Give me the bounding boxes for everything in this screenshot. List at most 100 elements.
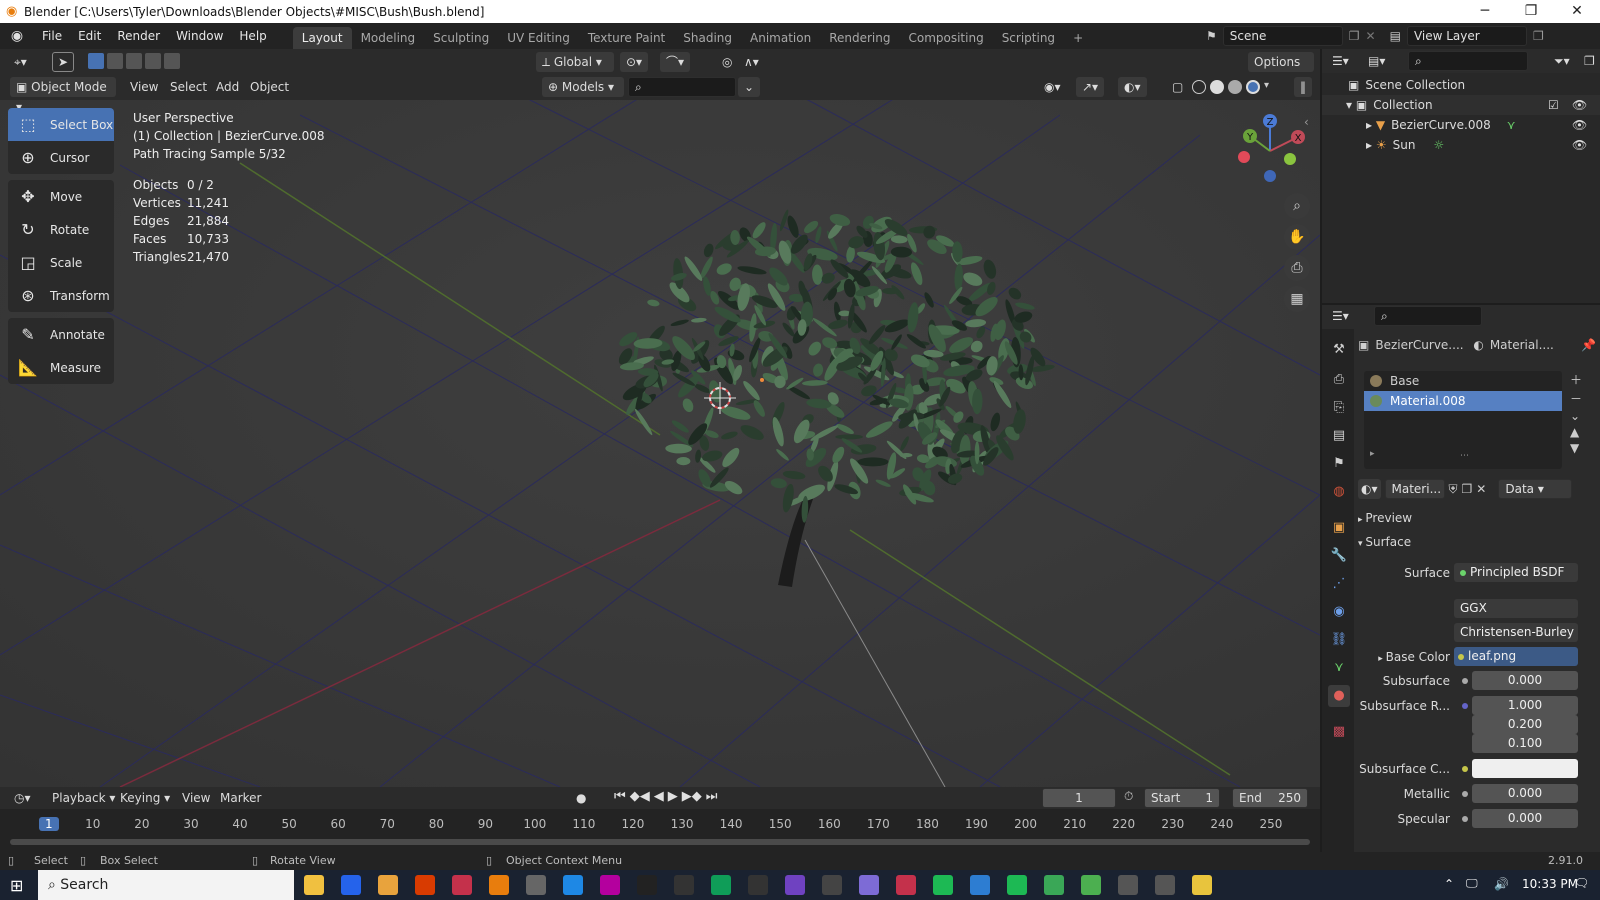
taskbar-app-icon[interactable]	[600, 875, 620, 895]
expand-arrow-icon[interactable]: ▸	[1366, 118, 1376, 132]
shading-options-icon[interactable]: ▾	[1264, 80, 1269, 94]
scene-tab-icon[interactable]: ⚑	[1328, 453, 1350, 475]
tab-shading[interactable]: Shading	[674, 27, 741, 49]
tool-annotate[interactable]: ✎ Annotate	[8, 318, 114, 351]
render-tab-icon[interactable]: ⎙	[1328, 369, 1350, 391]
network-icon[interactable]: 🖵	[1466, 876, 1478, 891]
constraints-tab-icon[interactable]: ⛓	[1328, 629, 1350, 651]
taskbar-app-icon[interactable]	[970, 875, 990, 895]
taskbar-app-icon[interactable]	[1155, 875, 1175, 895]
taskbar-app-icon[interactable]	[1007, 875, 1027, 895]
menu-object[interactable]: Object	[244, 77, 295, 97]
tool-measure[interactable]: 📐 Measure	[8, 351, 114, 384]
view-layer-tab-icon[interactable]: ▤	[1328, 425, 1350, 447]
material-breadcrumb[interactable]: Material....	[1490, 338, 1554, 352]
output-tab-icon[interactable]: ⎘	[1328, 397, 1350, 419]
select-mode-extend-icon[interactable]	[107, 53, 123, 69]
new-collection-icon[interactable]: ❐	[1578, 51, 1600, 71]
tab-layout[interactable]: Layout	[292, 27, 352, 49]
move-slot-down-icon[interactable]: ▼	[1570, 441, 1582, 455]
add-slot-icon[interactable]: ＋	[1570, 371, 1582, 388]
shading-solid-icon[interactable]	[1210, 80, 1224, 94]
taskbar-app-icon[interactable]	[341, 875, 361, 895]
gizmo-neg-z[interactable]	[1264, 170, 1276, 182]
properties-search-input[interactable]: ⌕	[1374, 306, 1482, 326]
outliner-scene-collection[interactable]: ▣ Scene Collection	[1322, 75, 1600, 95]
zoom-icon[interactable]: ⌕	[1284, 193, 1310, 219]
navigation-gizmo[interactable]: Z X Y	[1228, 111, 1308, 191]
subsurface-color-swatch[interactable]	[1472, 759, 1578, 778]
taskbar-clock[interactable]: 10:33 PM	[1522, 877, 1578, 891]
timeline-ruler[interactable]: 1 10 20 30 40 50 60 70 80 90 100 110 120 130 140 150 160…	[0, 787, 1320, 857]
menu-view[interactable]: View	[124, 77, 164, 97]
viewport-search-input[interactable]: ⌕	[628, 77, 736, 97]
select-mode-new-icon[interactable]	[88, 53, 104, 69]
outliner-item-beziercurve[interactable]: ▸ ▼ BezierCurve.008 ⋎ 👁	[1322, 115, 1600, 135]
list-expand-icon[interactable]: ▸	[1370, 449, 1375, 459]
taskbar-app-icon[interactable]	[822, 875, 842, 895]
modifier-tab-icon[interactable]: 🔧	[1328, 545, 1350, 567]
maximize-button[interactable]: ❐	[1508, 0, 1554, 23]
tool-scale[interactable]: ◲ Scale	[8, 246, 114, 279]
taskbar-app-icon[interactable]	[489, 875, 509, 895]
scene-copy-icon[interactable]: ❐	[1349, 29, 1360, 43]
subsurface-radius-y-field[interactable]: 0.200	[1472, 715, 1578, 734]
preview-panel-header[interactable]: ▸ Preview	[1358, 511, 1412, 525]
visibility-eye-icon[interactable]: 👁	[1572, 115, 1587, 135]
playhead[interactable]: 1	[39, 817, 59, 831]
expand-arrow-icon[interactable]: ▸	[1366, 138, 1376, 152]
tab-sculpting[interactable]: Sculpting	[424, 27, 498, 49]
taskbar-app-icon[interactable]	[563, 875, 583, 895]
base-color-texture-field[interactable]: leaf.png	[1454, 647, 1578, 666]
taskbar-app-icon[interactable]	[378, 875, 398, 895]
windows-start-icon[interactable]: ⊞	[10, 876, 23, 895]
close-button[interactable]: ✕	[1554, 0, 1600, 23]
notifications-icon[interactable]: 🗨	[1574, 876, 1589, 890]
volume-icon[interactable]: 🔊	[1494, 877, 1509, 891]
options-dropdown[interactable]: Options ▾	[1248, 52, 1314, 89]
select-mode-intersect-icon[interactable]	[164, 53, 180, 69]
timeline-editor[interactable]: ◷▾ Playback ▾ Keying ▾ View Marker ● ⏮ ◆…	[0, 787, 1320, 857]
remove-slot-icon[interactable]: －	[1570, 390, 1582, 407]
taskbar-app-icon[interactable]	[711, 875, 731, 895]
pin-icon[interactable]: 📌	[1581, 338, 1596, 352]
list-resize-handle-icon[interactable]: ⋯	[1460, 451, 1469, 461]
data-tab-icon[interactable]: ⋎	[1328, 657, 1350, 679]
properties-editor-type-icon[interactable]: ☰▾	[1326, 306, 1355, 326]
subsurface-field[interactable]: 0.000	[1472, 671, 1578, 690]
gizmo-toggle-icon[interactable]: ↗▾	[1076, 77, 1105, 97]
scene-selector[interactable]: Scene	[1222, 26, 1343, 46]
overlays-icon[interactable]: ◐▾	[1118, 77, 1147, 97]
sidebar-toggle-icon[interactable]: ‹	[1304, 115, 1309, 129]
distribution-dropdown[interactable]: GGX	[1454, 599, 1578, 618]
material-slot-list[interactable]: Base Material.008 ▸ ⋯	[1364, 371, 1562, 469]
tab-rendering[interactable]: Rendering	[820, 27, 899, 49]
view-layer-copy-icon[interactable]: ❐	[1533, 29, 1544, 43]
tool-cursor[interactable]: ⊕ Cursor	[8, 141, 114, 174]
object-tab-icon[interactable]: ▣	[1328, 517, 1350, 539]
add-workspace-button[interactable]: +	[1064, 27, 1092, 49]
models-dropdown[interactable]: ⊕ Models ▾	[542, 77, 624, 97]
tab-scripting[interactable]: Scripting	[993, 27, 1064, 49]
mode-dropdown[interactable]: ▣ Object Mode ▾	[10, 77, 116, 114]
taskbar-app-icon[interactable]	[1044, 875, 1064, 895]
transform-orientation-dropdown[interactable]: ⟂ Global ▾	[536, 52, 614, 72]
tab-uv-editing[interactable]: UV Editing	[498, 27, 579, 49]
snap-icon[interactable]: ⌒▾	[660, 52, 691, 72]
active-tool-icon[interactable]: ➤	[52, 52, 74, 72]
material-name-field[interactable]: Materi...	[1384, 479, 1445, 499]
fake-user-shield-icon[interactable]: ⛨	[1449, 482, 1458, 497]
taskbar-app-icon[interactable]	[637, 875, 657, 895]
taskbar-search-box[interactable]: ⌕ Search	[38, 870, 294, 900]
material-slot[interactable]: Base	[1364, 371, 1562, 391]
scene-remove-icon[interactable]: ✕	[1366, 29, 1376, 43]
menu-window[interactable]: Window	[168, 23, 231, 49]
tab-compositing[interactable]: Compositing	[899, 27, 992, 49]
subsurface-radius-x-field[interactable]: 1.000	[1472, 696, 1578, 715]
taskbar-app-icon[interactable]	[415, 875, 435, 895]
pause-render-icon[interactable]: ‖	[1294, 77, 1312, 97]
proportional-edit-icon[interactable]: ◎	[716, 52, 738, 72]
material-slot-selected[interactable]: Material.008	[1364, 391, 1562, 411]
surface-shader-field[interactable]: Principled BSDF	[1454, 563, 1578, 582]
select-mode-invert-icon[interactable]	[145, 53, 161, 69]
